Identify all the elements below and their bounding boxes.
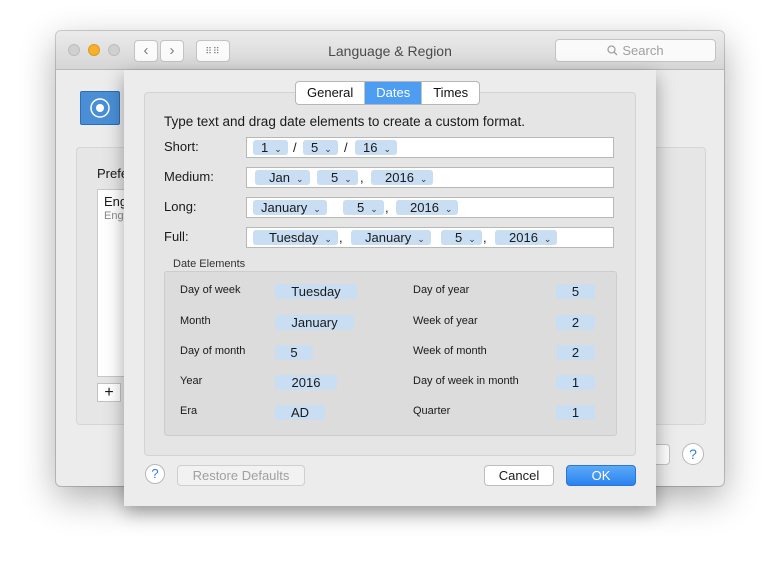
list-item-subtitle: Eng [104, 210, 124, 222]
date-token[interactable]: Jan ⌄ [255, 170, 310, 185]
chevron-down-icon: ⌄ [383, 144, 392, 154]
full-label: Full: [164, 229, 189, 244]
help-button[interactable]: ? [682, 443, 704, 465]
element-label: Day of month [180, 345, 246, 357]
element-label: Era [180, 405, 198, 417]
short-format-field[interactable]: 1 ⌄ / 5 ⌄ / 16 ⌄ [246, 137, 614, 158]
chevron-down-icon: ⌄ [274, 144, 282, 154]
dates-sheet: General Dates Times Type text and drag d… [124, 70, 656, 506]
date-token[interactable]: January ⌄ [253, 200, 327, 215]
date-token[interactable]: 5 ⌄ [303, 140, 338, 155]
instruction-text: Type text and drag date elements to crea… [164, 114, 525, 129]
element-token[interactable]: 1 [556, 375, 595, 390]
date-token[interactable]: 5 ⌄ [441, 230, 482, 245]
search-icon [607, 45, 618, 56]
date-token[interactable]: 5 ⌄ [317, 170, 358, 185]
separator: , [483, 230, 487, 245]
separator: / [293, 140, 297, 155]
element-token[interactable]: 1 [556, 405, 595, 420]
separator: , [385, 200, 389, 215]
element-label: Week of month [413, 345, 487, 357]
tab-bar: General Dates Times [295, 81, 481, 105]
tab-general[interactable]: General [296, 82, 366, 104]
element-token[interactable]: January [275, 315, 354, 330]
chevron-down-icon: ⌄ [295, 174, 304, 184]
element-token[interactable]: 5 [275, 345, 313, 360]
tab-dates[interactable]: Dates [365, 82, 423, 104]
chevron-down-icon: ⌄ [444, 204, 453, 214]
chevron-down-icon: ⌄ [419, 174, 428, 184]
element-token[interactable]: Tuesday [275, 284, 357, 299]
long-format-field[interactable]: January ⌄ 5 ⌄ , 2016 ⌄ [246, 197, 614, 218]
element-label: Week of year [413, 315, 478, 327]
chevron-down-icon: ⌄ [468, 234, 476, 244]
element-label: Day of year [413, 284, 470, 296]
chevron-down-icon: ⌄ [370, 204, 378, 214]
date-elements-panel: Day of week Tuesday Month January Day of… [164, 271, 617, 436]
element-label: Day of week in month [413, 375, 519, 387]
date-token[interactable]: January ⌄ [351, 230, 431, 245]
date-token[interactable]: Tuesday ⌄ [253, 230, 338, 245]
element-token[interactable]: 2016 [275, 375, 337, 390]
element-label: Month [180, 315, 211, 327]
date-token[interactable]: 2016 ⌄ [371, 170, 434, 185]
separator: , [360, 170, 364, 185]
chevron-down-icon: ⌄ [543, 234, 552, 244]
flag-icon [80, 91, 120, 125]
chevron-down-icon: ⌄ [313, 204, 321, 214]
date-token[interactable]: 1 ⌄ [253, 140, 288, 155]
tab-times[interactable]: Times [422, 82, 479, 104]
date-token[interactable]: 2016 ⌄ [396, 200, 459, 215]
element-token[interactable]: AD [275, 405, 325, 420]
short-label: Short: [164, 139, 199, 154]
medium-format-field[interactable]: Jan ⌄ 5 ⌄ , 2016 ⌄ [246, 167, 614, 188]
separator: , [339, 230, 343, 245]
chevron-down-icon: ⌄ [344, 174, 352, 184]
long-label: Long: [164, 199, 197, 214]
chevron-down-icon: ⌄ [417, 234, 425, 244]
restore-defaults-button[interactable]: Restore Defaults [177, 465, 305, 486]
separator: / [344, 140, 348, 155]
element-token[interactable]: 5 [556, 284, 595, 299]
search-placeholder: Search [622, 43, 664, 58]
help-button[interactable]: ? [145, 464, 165, 484]
add-language-button[interactable]: + [97, 383, 121, 402]
ok-button[interactable]: OK [566, 465, 636, 486]
search-field[interactable]: Search [555, 39, 716, 62]
chevron-down-icon: ⌄ [324, 144, 332, 154]
medium-label: Medium: [164, 169, 214, 184]
element-token[interactable]: 2 [556, 315, 595, 330]
element-token[interactable]: 2 [556, 345, 595, 360]
full-format-field[interactable]: Tuesday ⌄ , January ⌄ 5 ⌄ , 2016 ⌄ [246, 227, 614, 248]
date-token[interactable]: 16 ⌄ [355, 140, 398, 155]
date-token[interactable]: 2016 ⌄ [495, 230, 558, 245]
title-bar: ‹ › ⠿⠿ Language & Region Search [56, 31, 724, 70]
element-label: Day of week [180, 284, 241, 296]
cancel-button[interactable]: Cancel [484, 465, 554, 486]
date-token[interactable]: 5 ⌄ [343, 200, 384, 215]
chevron-down-icon: ⌄ [324, 234, 332, 244]
element-label: Year [180, 375, 203, 387]
element-label: Quarter [413, 405, 451, 417]
date-elements-heading: Date Elements [173, 258, 246, 270]
